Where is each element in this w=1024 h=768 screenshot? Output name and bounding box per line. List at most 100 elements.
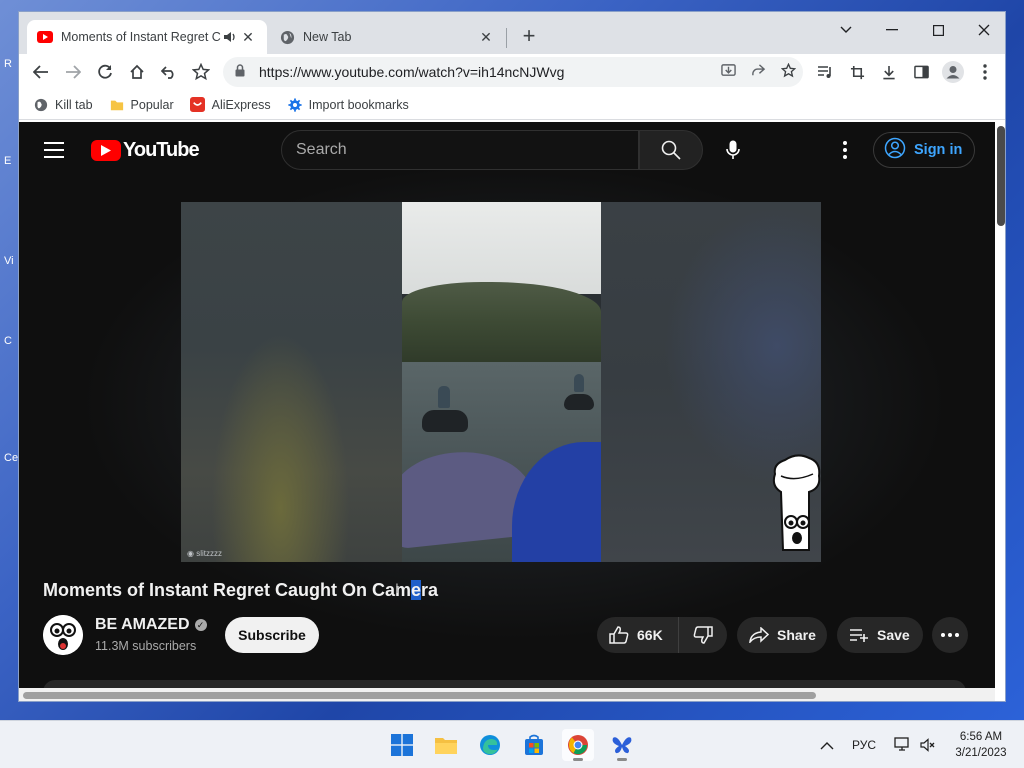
lock-icon[interactable] [235,64,249,80]
maximize-button[interactable] [915,16,961,44]
system-clock[interactable]: 6:56 AM 3/21/2023 [946,729,1016,761]
globe-icon [33,97,49,113]
side-panel-icon[interactable] [907,58,935,86]
network-icon[interactable] [894,721,912,768]
taskbar: РУС 6:56 AM 3/21/2023 [0,720,1024,768]
vertical-scrollbar[interactable] [995,122,1005,701]
bookmark-star-icon[interactable] [187,58,215,86]
jetski-rider [438,386,450,408]
edge-browser-icon[interactable] [474,729,506,761]
bookmark-label: Import bookmarks [308,97,409,112]
tab-youtube[interactable]: Moments of Instant Regret C ✕ [27,20,267,54]
video-player[interactable]: ◉ slitzzzz [181,202,821,562]
more-actions-icon[interactable] [932,617,968,653]
video-frame [402,202,601,562]
audio-playing-icon[interactable] [221,28,239,46]
bookmark-kill-tab[interactable]: Kill tab [33,97,93,113]
menu-kebab-icon[interactable] [971,58,999,86]
clock-date: 3/21/2023 [955,747,1007,759]
close-window-button[interactable] [961,16,1005,44]
tab-new-tab[interactable]: New Tab ✕ [269,20,505,54]
undo-icon[interactable] [155,58,183,86]
bookmark-star-icon[interactable] [773,62,803,82]
sign-in-button[interactable]: Sign in [873,132,975,168]
show-hidden-icons-chevron-icon[interactable] [820,721,834,768]
start-windows-icon[interactable] [386,729,418,761]
subscribe-button[interactable]: Subscribe [225,617,319,653]
search-button[interactable] [639,130,703,170]
like-button[interactable]: 66K [597,617,679,653]
install-app-icon[interactable] [713,63,743,82]
video-title[interactable]: Moments of Instant Regret Caught On Came… [43,580,438,601]
browser-toolbar: https://www.youtube.com/watch?v=ih14ncNJ… [19,54,1005,90]
forward-arrow-icon[interactable] [59,58,87,86]
text-cursor-icon: I [395,580,399,596]
thumbs-up-icon [609,626,629,644]
download-icon[interactable] [875,58,903,86]
like-dislike-group: 66K [597,617,727,653]
scrollbar-thumb[interactable] [23,692,816,699]
youtube-favicon-icon [37,29,53,45]
media-controls-icon[interactable] [811,58,839,86]
horizontal-scrollbar[interactable] [19,688,995,701]
minimize-button[interactable] [869,16,915,44]
profile-avatar-icon[interactable] [939,58,967,86]
video-watermark: ◉ slitzzzz [187,549,222,558]
jetski-rider [574,374,584,392]
volume-muted-icon[interactable] [920,721,936,768]
address-bar[interactable]: https://www.youtube.com/watch?v=ih14ncNJ… [223,57,803,87]
clock-time: 6:56 AM [959,731,1003,743]
share-button[interactable]: Share [737,617,827,653]
bookmark-label: Kill tab [55,97,93,112]
save-label: Save [877,627,910,643]
globe-icon [279,29,295,45]
app-butterfly-icon[interactable] [606,729,638,761]
youtube-header: YouTube Search Sign in [19,122,995,178]
chrome-browser-icon[interactable] [562,729,594,761]
reload-icon[interactable] [91,58,119,86]
close-tab-icon[interactable]: ✕ [239,28,257,46]
new-tab-button[interactable]: + [517,23,541,48]
bookmark-popular[interactable]: Popular [109,97,174,113]
channel-mascot-icon [772,454,821,551]
selected-text: e [411,580,422,600]
file-explorer-icon[interactable] [430,729,462,761]
microphone-icon[interactable] [713,130,753,170]
tab-title: New Tab [303,30,352,44]
subscriber-count: 11.3M subscribers [95,639,197,653]
desktop-icon-label[interactable]: Vi [4,255,18,267]
channel-name[interactable]: BE AMAZED ✓ [95,616,207,634]
dislike-button[interactable] [679,617,727,653]
back-arrow-icon[interactable] [27,58,55,86]
url-text[interactable]: https://www.youtube.com/watch?v=ih14ncNJ… [259,64,713,80]
save-button[interactable]: Save [837,617,923,653]
microsoft-store-icon[interactable] [518,729,550,761]
gear-icon [287,97,303,113]
language-indicator[interactable]: РУС [852,721,876,768]
desktop-icon-label[interactable]: R [4,58,18,70]
desktop-icon-label[interactable]: Ce [4,452,18,464]
crop-icon[interactable] [843,58,871,86]
blurred-background-left [181,202,402,562]
channel-avatar[interactable] [43,615,83,655]
playlist-add-icon [850,629,868,642]
bookmark-import[interactable]: Import bookmarks [287,97,409,113]
sign-in-label: Sign in [914,142,963,158]
folder-icon [109,97,125,113]
share-page-icon[interactable] [743,63,773,82]
desktop-icon-label[interactable]: E [4,155,18,167]
account-circle-icon [884,137,906,163]
youtube-logo[interactable]: YouTube [91,139,200,162]
home-icon[interactable] [123,58,151,86]
aliexpress-icon [190,97,206,113]
tab-search-chevron-icon[interactable] [823,16,869,44]
tab-title: Moments of Instant Regret C [61,30,221,44]
close-tab-icon[interactable]: ✕ [477,28,495,46]
thumbs-down-icon [693,626,713,644]
search-input[interactable]: Search [281,130,639,170]
scrollbar-thumb[interactable] [997,126,1005,226]
settings-kebab-icon[interactable] [831,136,859,164]
bookmark-aliexpress[interactable]: AliExpress [190,97,271,113]
desktop-icon-label[interactable]: C [4,335,18,347]
hamburger-menu-icon[interactable] [44,142,64,158]
